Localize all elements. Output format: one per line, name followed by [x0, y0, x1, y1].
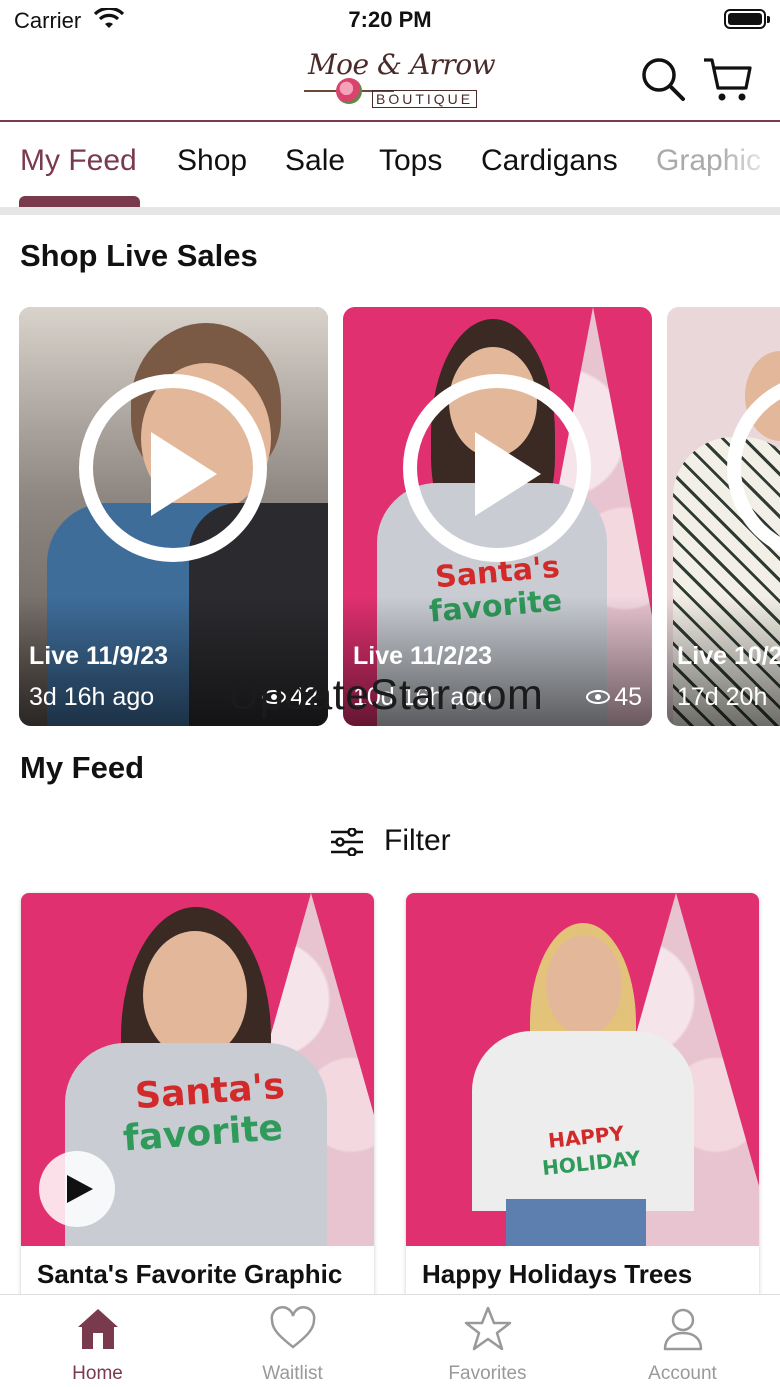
logo-subtitle: BOUTIQUE — [372, 90, 478, 108]
play-icon[interactable] — [39, 1151, 115, 1227]
battery-icon — [724, 9, 770, 29]
watermark: UpdateStar.com — [228, 671, 544, 719]
logo-flower-icon — [336, 78, 362, 104]
live-card[interactable]: Live 11/9/23 3d 16h ago 42 — [19, 307, 328, 726]
person-tshirt — [472, 1031, 694, 1211]
tabs-fade — [720, 124, 780, 210]
logo-script-text: Moe & Arrow — [308, 48, 496, 81]
play-icon[interactable] — [403, 374, 591, 562]
sliders-icon — [331, 828, 363, 856]
filter-label: Filter — [384, 824, 451, 857]
tabbar-account[interactable]: Account — [585, 1295, 780, 1387]
tab-tops[interactable]: Tops — [379, 144, 442, 178]
tabbar-waitlist[interactable]: Waitlist — [195, 1295, 390, 1387]
tab-shop[interactable]: Shop — [177, 144, 247, 178]
tabbar-label: Account — [648, 1363, 717, 1384]
heart-icon — [270, 1306, 316, 1349]
category-tabs: My Feed Shop Sale Tops Cardigans Graphic — [0, 124, 780, 210]
live-sales-title: Shop Live Sales — [20, 238, 258, 273]
person-face — [546, 935, 622, 1035]
feed-title: My Feed — [20, 750, 145, 785]
live-date: Live 11/2/23 — [353, 642, 493, 670]
product-name: Happy Holidays Trees — [422, 1259, 693, 1289]
product-image: HAPPY HOLIDAY — [406, 893, 759, 1246]
tabbar-favorites[interactable]: Favorites — [390, 1295, 585, 1387]
tabbar-label: Home — [72, 1363, 123, 1384]
live-card[interactable]: Santa's favorite Live 11/2/23 10d 16h ag… — [343, 307, 652, 726]
tab-sale[interactable]: Sale — [285, 144, 345, 178]
live-card[interactable]: Live 10/2 17d 20h — [667, 307, 780, 726]
tabs-divider — [0, 207, 780, 215]
boutique-logo[interactable]: Moe & Arrow BOUTIQUE — [300, 48, 496, 112]
app-header: Moe & Arrow BOUTIQUE — [0, 40, 780, 122]
play-icon[interactable] — [79, 374, 267, 562]
tabbar-home[interactable]: Home — [0, 1295, 195, 1387]
product-name: Santa's Favorite Graphic — [37, 1259, 343, 1289]
live-date: Live 11/9/23 — [29, 642, 169, 670]
person-icon — [663, 1308, 703, 1351]
product-card[interactable]: HAPPY HOLIDAY Happy Holidays Trees — [406, 893, 759, 1313]
tab-cardigans[interactable]: Cardigans — [481, 144, 618, 178]
filter-button[interactable]: Filter — [330, 822, 460, 862]
tabbar-label: Waitlist — [262, 1363, 323, 1384]
tab-my-feed[interactable]: My Feed — [20, 144, 137, 178]
live-view-count: 45 — [586, 683, 642, 712]
live-time-ago: 3d 16h ago — [29, 683, 155, 711]
person-jeans — [506, 1199, 646, 1246]
status-bar: Carrier 7:20 PM — [0, 0, 780, 40]
star-icon — [464, 1306, 512, 1351]
bottom-tab-bar: Home Waitlist Favorites Account — [0, 1294, 780, 1387]
product-card[interactable]: Santa's favorite Santa's Favorite Graphi… — [21, 893, 374, 1313]
live-view-number: 45 — [614, 683, 642, 711]
home-icon — [78, 1309, 118, 1349]
search-icon[interactable] — [640, 56, 686, 102]
eye-icon — [586, 690, 611, 704]
tabbar-label: Favorites — [448, 1363, 527, 1384]
live-date: Live 10/2 — [677, 642, 780, 670]
person-face — [143, 931, 247, 1059]
live-time-ago: 17d 20h — [677, 683, 768, 711]
clock: 7:20 PM — [348, 7, 432, 32]
cart-icon[interactable] — [702, 54, 752, 104]
